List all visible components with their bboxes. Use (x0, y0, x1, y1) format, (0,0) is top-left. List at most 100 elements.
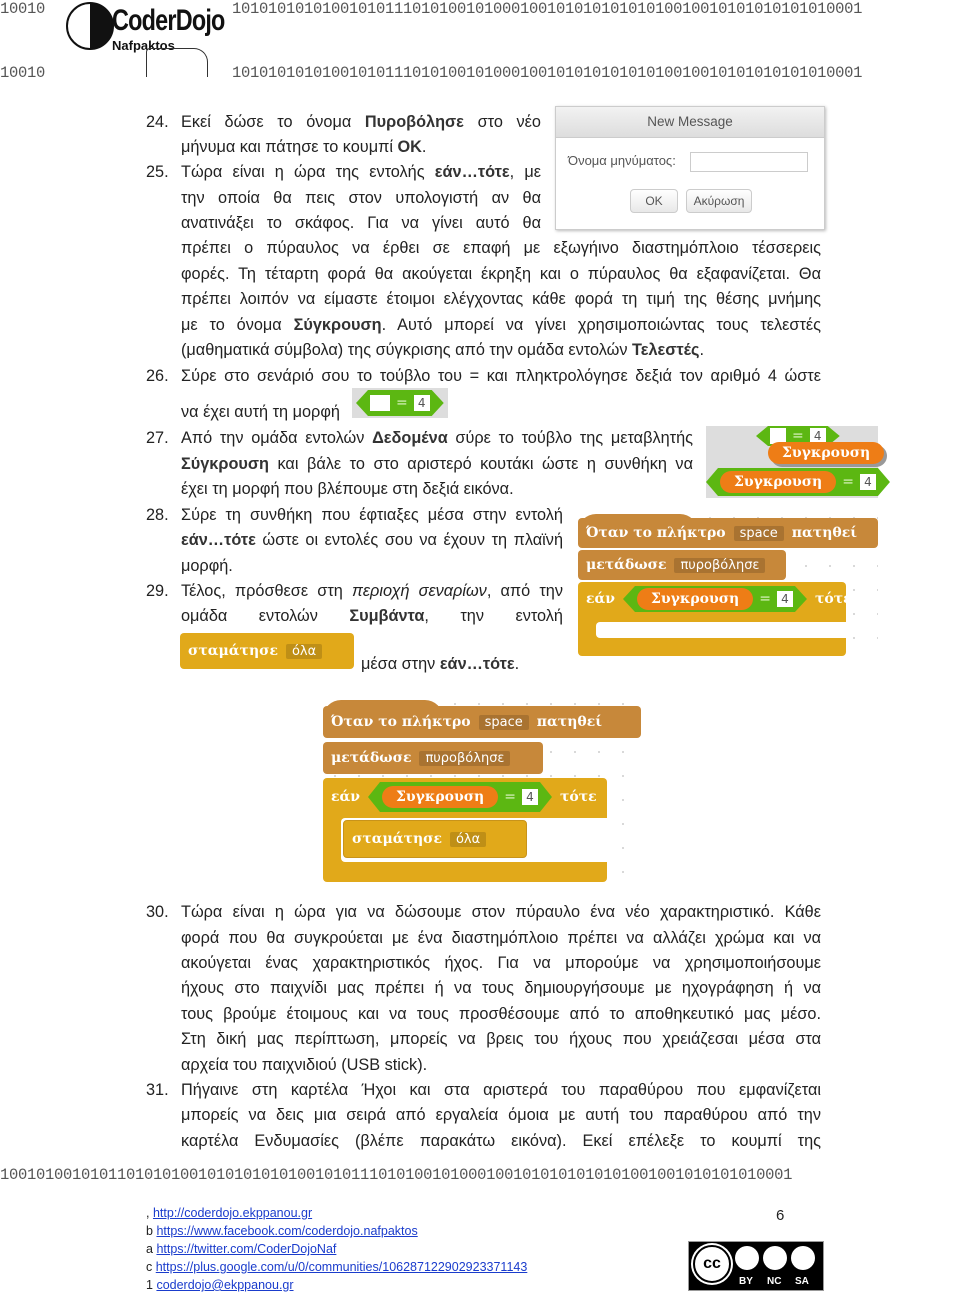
if-then-block[interactable]: εάν Συγκρουση = 4 τότε (578, 582, 852, 656)
script-image-small: Όταν το πλήκτρο space πατηθεί μετάδωσε πυρο… (578, 506, 878, 658)
footnote-marker: 1 (146, 1278, 153, 1292)
text-line: Τώρα είναι η ώρα της εντολής εάν…τότε, μ… (181, 161, 541, 183)
nc-icon (763, 1246, 787, 1270)
broadcast-block[interactable]: μετάδωσε πυροβόλησε (323, 742, 543, 774)
footnote-marker: , (146, 1206, 150, 1220)
text-line: Στη δική μας περίπτωση, μπορείς να βρεις… (181, 1028, 821, 1050)
keyword: Πυροβόλησε (364, 113, 464, 131)
item-number: 28. (146, 506, 169, 524)
footer-link[interactable]: https://www.facebook.com/coderdojo.nafpa… (156, 1224, 417, 1238)
text-line: μήνυμα και πάτησε το κουμπί OK. (181, 136, 441, 158)
text: καρτέλα Ενδυμασίες (βλέπε παρακάτω εικόν… (181, 1132, 821, 1150)
header-prefix: 10010 (0, 64, 46, 82)
text: μέσα στην (361, 655, 440, 673)
cc-icon: cc (693, 1245, 731, 1283)
footer-link[interactable]: https://plus.google.com/u/0/communities/… (156, 1260, 528, 1274)
text-line: (μαθηματικά σύμβολα) της σύγκρισης από τ… (181, 339, 821, 361)
text-line: Πήγαινε στη καρτέλα Ήχοι και στα αριστερ… (181, 1079, 821, 1101)
text: . Αυτό μπορεί να γίνει χρησιμοποιώντας τ… (381, 316, 822, 334)
text-line: ανατινάξει το σκάφος. Για να γίνει αυτό … (181, 212, 541, 234)
text-line: Τώρα είναι η ώρα για να δώσουμε στον πύρ… (181, 901, 821, 923)
text: . (421, 138, 427, 156)
dragged-variable[interactable]: Συγκρουση (768, 442, 885, 464)
footer-link-row: c https://plus.google.com/u/0/communitie… (146, 1258, 527, 1276)
footnote-marker: a (146, 1242, 153, 1256)
cc-license-badge: cc BY NC SA (688, 1241, 824, 1291)
text-line: με το όνομα Σύγκρουση. Αυτό μπορεί να γί… (181, 314, 821, 336)
text: στο νέο (463, 113, 541, 131)
text-line: μορφή. (181, 555, 563, 577)
footer-link-row: b https://www.facebook.com/coderdojo.naf… (146, 1222, 418, 1240)
yin-yang-icon (66, 2, 114, 50)
item-number: 31. (146, 1081, 169, 1099)
text: Σύρε τη συνθήκη που έφτιαξες μέσα στην ε… (181, 506, 563, 524)
broadcast-block[interactable]: μετάδωσε πυροβόλησε (578, 550, 786, 580)
text: πρέπει ο πύραυλος να έρθει σε επαφή με ε… (181, 239, 821, 257)
if-then-block[interactable]: εάν Συγκρουση = 4 τότε σταμάτησε όλα (323, 778, 607, 882)
footer-link[interactable]: coderdojo@ekppanou.gr (156, 1278, 293, 1292)
text: πρέπει λοιπόν να είμαστε έτοιμοι ελέγχον… (181, 290, 821, 308)
text: έχει τη μορφή που βλέπουμε στη δεξιά εικ… (181, 480, 514, 498)
text-line: την οποία θα πεις στον υπολογιστή αν θα (181, 187, 541, 209)
item-number: 26. (146, 367, 169, 385)
text: Τέλος, πρόσθεσε στη (181, 582, 352, 600)
keyword: Συμβάντα (349, 607, 425, 625)
text: Τώρα είναι η ώρα για να δώσουμε στον πύρ… (181, 903, 821, 921)
text: . (514, 655, 520, 673)
text: Από την ομάδα εντολών (181, 429, 373, 447)
text-line: Εκεί δώσε το όνομα Πυροβόλησε στο νέο (181, 111, 541, 133)
text-line: τους βρούμε έτοιμους και να τους προσθέσ… (181, 1003, 821, 1025)
text: σύρε το τούβλο της μεταβλητής (447, 429, 693, 447)
text: ανατινάξει το σκάφος. Για να γίνει αυτό … (181, 214, 541, 232)
stop-all-block[interactable]: σταμάτησε όλα (180, 633, 354, 669)
header-prefix: 10010 (0, 0, 46, 18)
text-line: Σύγκρουση και βάλε το στο αριστερό κουτά… (181, 453, 693, 475)
footer-link-row: , http://coderdojo.ekppanou.gr (146, 1204, 312, 1222)
when-key-pressed-block[interactable]: Όταν το πλήκτρο space πατηθεί (323, 706, 641, 738)
text: την οποία θα πεις στον υπολογιστή αν θα (181, 189, 541, 207)
header-binary: 1010101010100101011101010010100010010101… (232, 0, 863, 18)
item-number: 25. (146, 163, 169, 181)
document-page: 10010 10010 1010101010100101011101010010… (0, 0, 960, 1294)
text: (μαθηματικά σύμβολα) της σύγκρισης από τ… (181, 341, 633, 359)
text-line: φορά που θα συγκρούεται με ένα διαστημόπ… (181, 927, 821, 949)
message-name-input[interactable] (690, 152, 808, 172)
page-number: 6 (776, 1207, 785, 1224)
footnote-marker: c (146, 1260, 153, 1274)
footer-link[interactable]: http://coderdojo.ekppanou.gr (153, 1206, 312, 1220)
logo-text: CoderDojo (112, 4, 225, 37)
by-label: BY (739, 1276, 753, 1287)
text-line: πρέπει ο πύραυλος να έρθει σε επαφή με ε… (181, 237, 821, 259)
footer-link[interactable]: https://twitter.com/CoderDojoNaf (156, 1242, 336, 1256)
nc-label: NC (767, 1276, 782, 1287)
text-line: φορές. Τη τέταρτη φορά θα ακούγεται έκρη… (181, 263, 821, 285)
text: Τώρα είναι η ώρα της εντολής (181, 163, 435, 181)
footnote-marker: b (146, 1224, 153, 1238)
text: Σύρε στο σενάριό σου το τούβλο του = και… (181, 367, 821, 385)
keyword: εάν…τότε (434, 163, 510, 181)
by-icon (735, 1246, 759, 1270)
text-line: εάν…τότε ώστε οι εντολές σου να έχουν τη… (181, 529, 563, 551)
cancel-button[interactable]: Ακύρωση (686, 189, 752, 213)
equals-block-empty: = 4 (352, 388, 448, 418)
text: μήνυμα και πάτησε το κουμπί (181, 138, 398, 156)
stop-all-block[interactable]: σταμάτησε όλα (343, 820, 527, 858)
text: ώστε οι εντολές σου να έχουν τη πλαϊνή (255, 531, 563, 549)
text-line: Σύρε τη συνθήκη που έφτιαξες μέσα στην ε… (181, 504, 563, 526)
when-key-pressed-block[interactable]: Όταν το πλήκτρο space πατηθεί (578, 518, 878, 548)
keyword: εάν…τότε (439, 655, 515, 673)
keyword: εάν…τότε (181, 531, 256, 549)
text-line: Σύρε στο σενάριό σου το τούβλο του = και… (181, 365, 821, 387)
ok-button[interactable]: OK (630, 189, 678, 213)
text-line: ήχους στο παιχνίδι μας πρέπει ή να τους … (181, 977, 821, 999)
footer-link-row: a https://twitter.com/CoderDojoNaf (146, 1240, 336, 1258)
item-number: 30. (146, 903, 169, 921)
keyword: OK (397, 138, 422, 156)
keyword: Σύγκρουση (293, 316, 382, 334)
text-line: πρέπει λοιπόν να είμαστε έτοιμοι ελέγχον… (181, 288, 821, 310)
text-line: Τέλος, πρόσθεσε στη περιοχή σεναρίων, απ… (181, 580, 563, 602)
coderdojo-logo: CoderDojo Nafpaktos (66, 2, 225, 78)
text: Πήγαινε στη καρτέλα Ήχοι και στα αριστερ… (181, 1081, 821, 1099)
text-line: Από την ομάδα εντολών Δεδομένα σύρε το τ… (181, 427, 693, 449)
item-number: 24. (146, 113, 169, 131)
